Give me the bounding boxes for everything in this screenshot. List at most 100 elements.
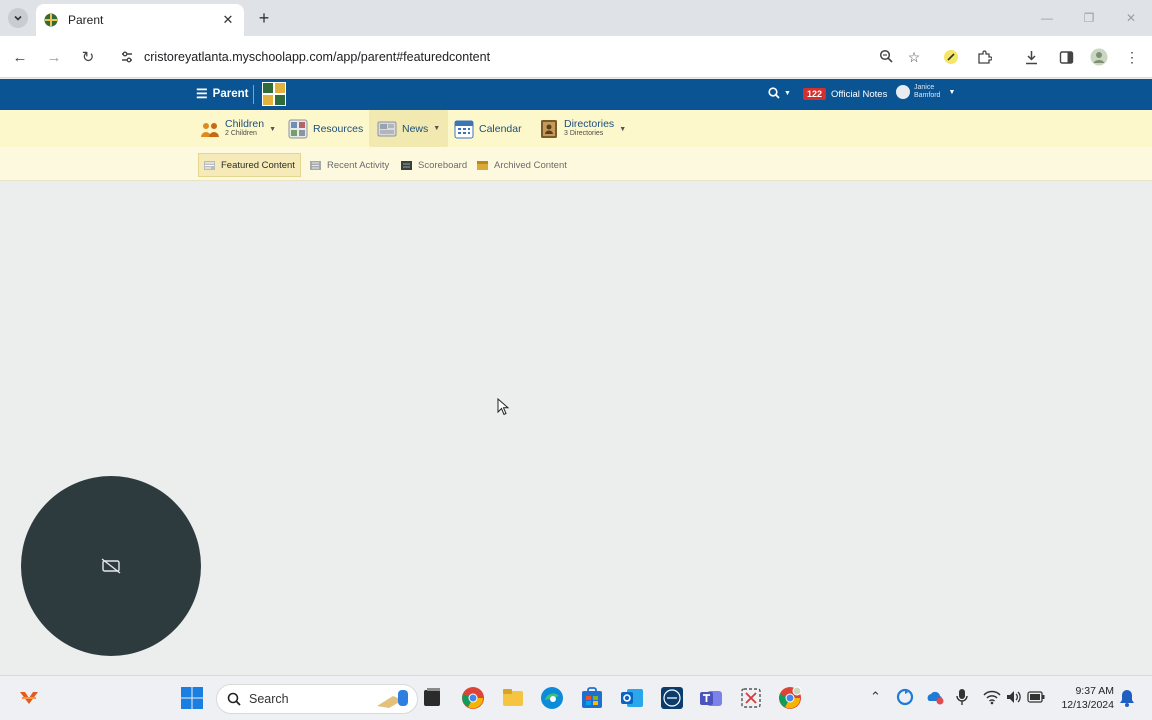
microphone-icon[interactable] — [955, 688, 969, 706]
tab-featured-content[interactable]: Featured Content — [198, 153, 301, 177]
site-info-icon[interactable] — [118, 48, 136, 66]
menu-calendar-label: Calendar — [479, 123, 522, 135]
official-notes-count-badge[interactable]: 122 — [803, 88, 827, 100]
close-window-button[interactable]: ✕ — [1110, 0, 1152, 36]
search-icon — [768, 87, 780, 99]
webcam-bubble[interactable] — [21, 476, 201, 656]
menu-news-label: News — [402, 122, 429, 135]
file-explorer-icon[interactable] — [501, 686, 525, 710]
caret-down-icon: ▼ — [784, 89, 791, 97]
camera-off-icon — [101, 558, 121, 574]
window-controls: — ❐ ✕ — [1026, 0, 1152, 36]
windows-start-icon[interactable] — [180, 686, 204, 710]
menu-resources-label: Resources — [313, 123, 364, 135]
main-menu-bar: Children 2 Children ▼ Resources News ▼ C… — [0, 110, 1152, 147]
user-avatar-icon — [896, 85, 910, 99]
widgets-icon[interactable] — [18, 688, 40, 708]
official-notes-link[interactable]: Official Notes — [831, 89, 887, 100]
clock-date: 12/13/2024 — [1061, 699, 1114, 711]
battery-icon[interactable] — [1027, 691, 1045, 703]
app-top-bar: ☰ Parent ▼ 122 Official Notes Janice Bam… — [0, 79, 1152, 110]
school-logo-icon[interactable] — [262, 82, 286, 106]
tab-recent-label: Recent Activity — [327, 159, 390, 171]
close-tab-icon[interactable]: ✕ — [220, 12, 236, 28]
browser-toolbar: ← → ↻ cristoreyatlanta.myschoolapp.com/a… — [0, 36, 1152, 78]
notification-bell-icon[interactable] — [1119, 689, 1135, 707]
forward-icon[interactable]: → — [43, 46, 65, 68]
sync-icon[interactable] — [896, 688, 914, 706]
volume-icon[interactable] — [1005, 689, 1023, 705]
menu-directories-count: 3 Directories — [564, 130, 604, 137]
tab-search-button[interactable] — [8, 8, 28, 28]
caret-down-icon: ▼ — [433, 125, 441, 132]
archive-box-icon — [477, 160, 488, 170]
parent-menu-button[interactable]: ☰ Parent — [196, 86, 248, 102]
system-clock[interactable]: 9:37 AM 12/13/2024 — [1056, 684, 1114, 712]
profile-avatar-icon[interactable] — [1088, 46, 1110, 68]
user-menu[interactable]: Janice Bamford ▼ — [896, 84, 955, 100]
tab-archived-label: Archived Content — [494, 159, 567, 171]
menu-calendar[interactable]: Calendar — [450, 116, 526, 142]
new-tab-icon[interactable]: + — [254, 8, 274, 28]
tab-scoreboard-label: Scoreboard — [418, 159, 468, 171]
menu-children[interactable]: Children 2 Children ▼ — [196, 116, 280, 142]
teams-icon[interactable] — [699, 686, 723, 710]
zoom-icon[interactable] — [872, 49, 900, 66]
store-icon[interactable] — [580, 686, 604, 710]
minimize-button[interactable]: — — [1026, 0, 1068, 36]
bookmark-star-icon[interactable]: ☆ — [900, 49, 928, 66]
download-icon[interactable] — [1020, 46, 1042, 68]
snipping-tool-icon[interactable] — [739, 686, 763, 710]
menu-directories[interactable]: Directories 3 Directories ▼ — [535, 116, 630, 142]
divider — [253, 85, 254, 104]
user-last-name: Bamford — [914, 92, 941, 99]
wifi-icon[interactable] — [983, 689, 1001, 705]
chrome-profile-icon[interactable] — [778, 686, 802, 710]
reload-icon[interactable]: ↻ — [77, 46, 99, 68]
back-icon[interactable]: ← — [9, 46, 31, 68]
news-submenu-bar: Featured Content Recent Activity Scorebo… — [0, 147, 1152, 181]
dell-icon[interactable] — [660, 686, 684, 710]
mouse-cursor-icon — [497, 398, 509, 416]
browser-tab-parent[interactable]: Parent ✕ — [36, 4, 244, 36]
menu-children-count: 2 Children — [225, 130, 257, 137]
tab-title: Parent — [68, 13, 104, 27]
chevron-down-icon — [14, 15, 22, 21]
menu-news[interactable]: News ▼ — [369, 110, 449, 147]
tab-archived-content[interactable]: Archived Content — [472, 153, 572, 177]
chrome-icon[interactable] — [461, 686, 485, 710]
extensions-puzzle-icon[interactable] — [973, 46, 995, 68]
extension-icon[interactable] — [940, 46, 962, 68]
user-name: Janice Bamford — [914, 84, 940, 100]
recent-activity-icon — [310, 160, 321, 170]
windows-taskbar: Search ⌃ 9:37 AM 12/13/2024 — [0, 675, 1152, 720]
tab-recent-activity[interactable]: Recent Activity — [305, 153, 394, 177]
onedrive-icon[interactable] — [925, 688, 945, 706]
calendar-icon — [454, 120, 474, 139]
restore-button[interactable]: ❐ — [1068, 0, 1110, 36]
url-text: cristoreyatlanta.myschoolapp.com/app/par… — [144, 50, 491, 64]
app-search-button[interactable]: ▼ — [768, 87, 791, 99]
caret-down-icon: ▼ — [948, 88, 956, 96]
more-menu-icon[interactable]: ⋮ — [1121, 46, 1143, 68]
task-view-icon[interactable] — [420, 686, 444, 710]
search-highlight-icon — [377, 690, 408, 708]
caret-down-icon: ▼ — [269, 125, 277, 133]
outlook-icon[interactable] — [620, 686, 644, 710]
school-favicon-icon — [44, 13, 58, 27]
user-first-name: Janice — [914, 84, 935, 91]
caret-down-icon: ▼ — [619, 125, 627, 133]
parent-menu-label: Parent — [212, 88, 249, 100]
side-panel-icon[interactable] — [1055, 46, 1077, 68]
taskbar-search-label: Search — [249, 692, 289, 706]
directory-book-icon — [541, 120, 557, 138]
menu-resources[interactable]: Resources — [284, 116, 367, 142]
edge-icon[interactable] — [540, 686, 564, 710]
resources-icon — [288, 119, 308, 139]
search-icon — [227, 692, 241, 706]
tab-scoreboard[interactable]: Scoreboard — [396, 153, 472, 177]
address-bar[interactable]: cristoreyatlanta.myschoolapp.com/app/par… — [108, 42, 928, 72]
taskbar-search-box[interactable]: Search — [216, 684, 418, 714]
show-hidden-icons-icon[interactable]: ⌃ — [870, 689, 881, 705]
tab-featured-label: Featured Content — [221, 159, 295, 171]
